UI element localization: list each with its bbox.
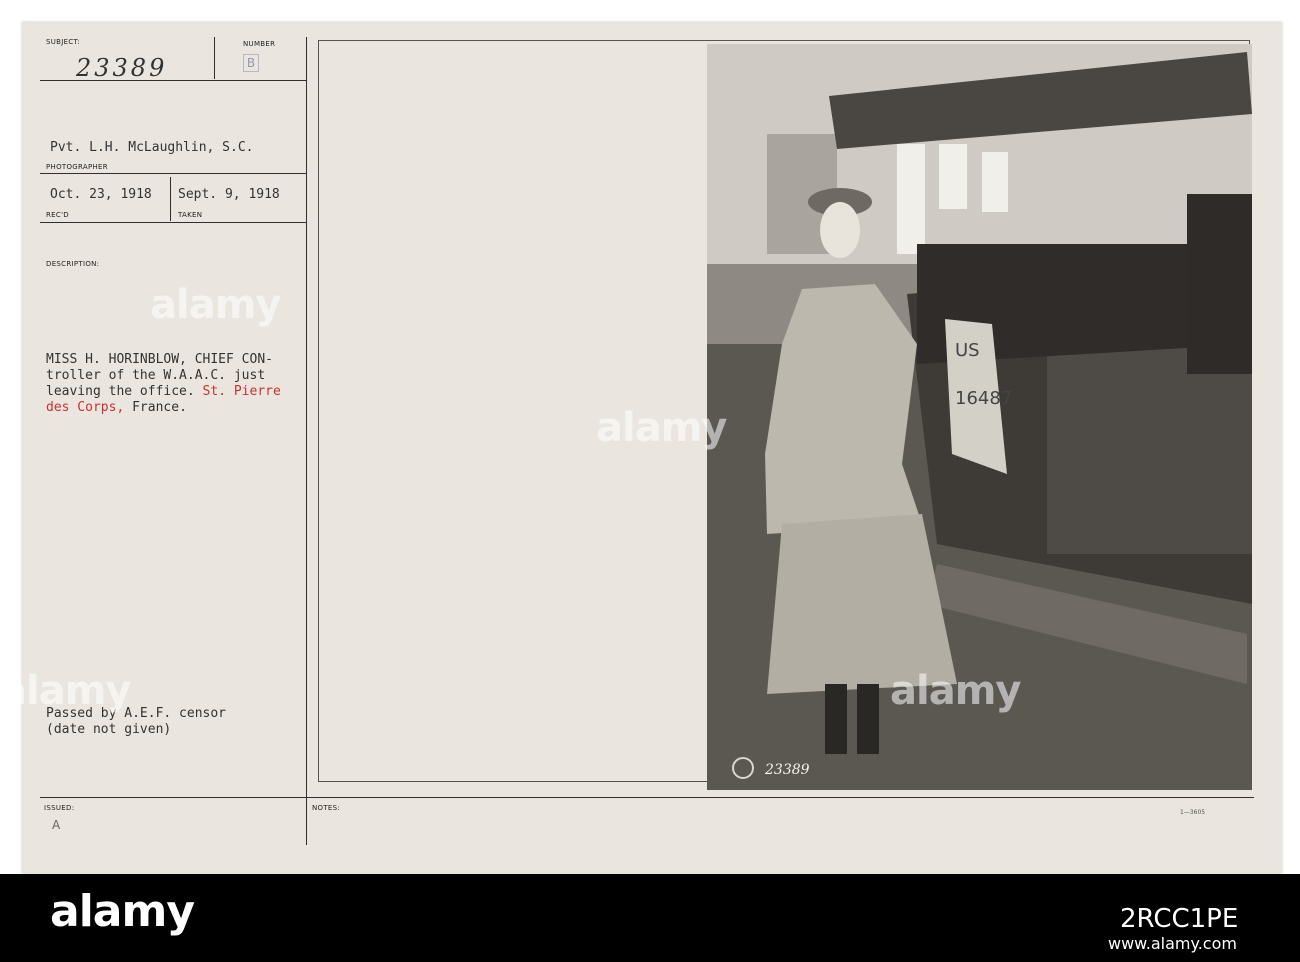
taken-label: TAKEN [178, 211, 203, 219]
watermark: alamy [890, 668, 1021, 714]
location-text: St. Pierre [202, 384, 281, 399]
subject-label: SUBJECT: [46, 38, 81, 46]
plate-text-2: 16487 [955, 388, 1012, 409]
photographer-name: Pvt. L.H. McLaughlin, S.C. [50, 140, 254, 155]
subject-number: 23389 [76, 54, 168, 82]
stock-banner [0, 874, 1300, 962]
location-text: des Corps, [46, 400, 125, 415]
notes-label: NOTES: [312, 804, 341, 812]
description-text: leaving the office. [46, 384, 203, 399]
received-date: Oct. 23, 1918 [50, 187, 152, 202]
censor-line-2: (date not given) [46, 722, 172, 737]
description-label: DESCRIPTION: [46, 260, 100, 268]
stock-logo[interactable]: alamy [50, 886, 195, 937]
number-label: NUMBER [243, 40, 276, 48]
issued-mark: A [52, 818, 61, 832]
header-rule [40, 80, 306, 81]
bottom-rule [40, 797, 1254, 798]
photographer-rule [40, 173, 306, 174]
description-line-4: des Corps, France. [46, 400, 187, 416]
stock-url[interactable]: www.alamy.com [1108, 934, 1237, 953]
taken-date: Sept. 9, 1918 [178, 187, 280, 202]
photo-number: 23389 [764, 762, 810, 778]
description-line-2: troller of the W.A.A.C. just [46, 368, 266, 383]
description-line-1: MISS H. HORINBLOW, CHIEF CON- [46, 352, 273, 367]
received-label: REC'D [46, 211, 69, 219]
watermark: alamy [596, 405, 727, 451]
plate-text-1: US [955, 340, 980, 361]
photographer-label: PHOTOGRAPHER [46, 163, 108, 171]
number-stamp: B [243, 54, 259, 72]
country-text: France. [124, 400, 187, 415]
date-rule [40, 222, 306, 223]
form-code: 1—3605 [1180, 809, 1206, 816]
date-divider [170, 177, 171, 221]
column-divider [306, 37, 307, 845]
description-line-3: leaving the office. St. Pierre [46, 384, 281, 400]
watermark: alamy [0, 668, 131, 714]
issued-label: ISSUED: [44, 804, 75, 812]
image-id: 2RCC1PE [1120, 904, 1239, 934]
watermark: alamy [150, 282, 281, 328]
header-divider [214, 37, 215, 79]
